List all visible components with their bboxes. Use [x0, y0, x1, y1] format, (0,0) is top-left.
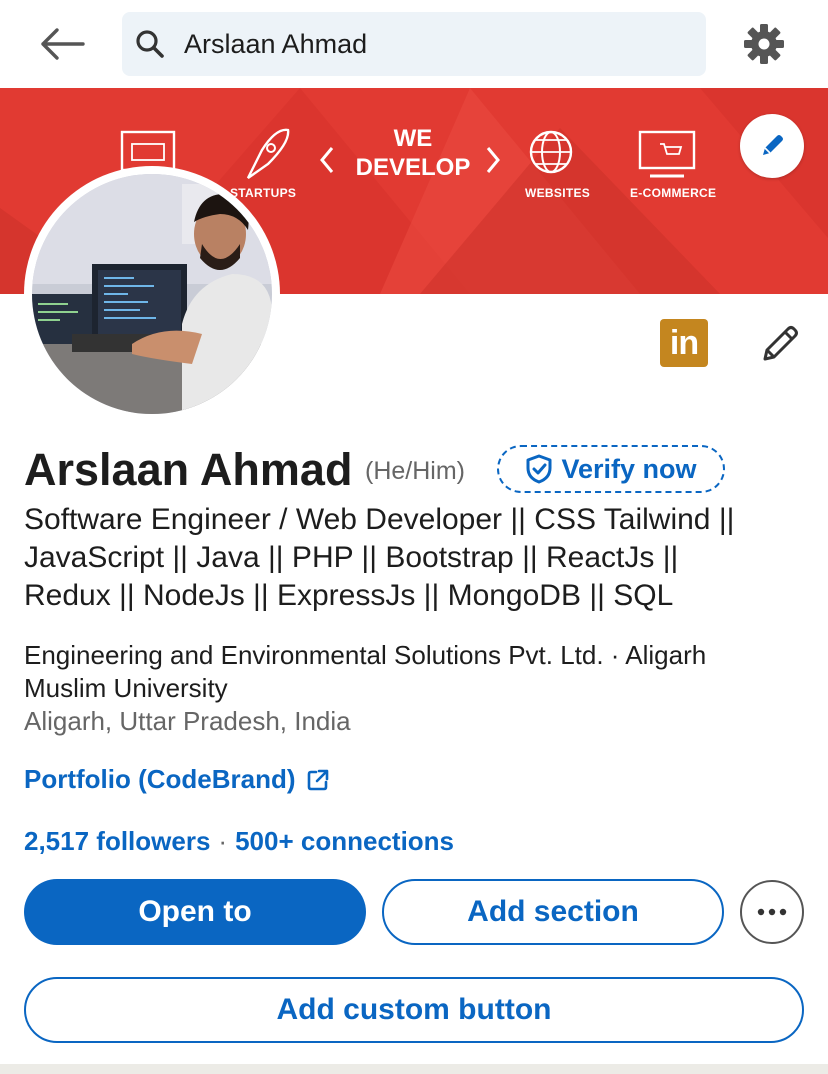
verify-now-button[interactable]: Verify now — [497, 445, 725, 493]
external-link-icon — [306, 768, 330, 792]
linkedin-logo-icon[interactable]: in — [660, 319, 708, 367]
back-arrow-icon[interactable] — [32, 20, 92, 68]
headline-line: JavaScript || Java || PHP || Bootstrap |… — [24, 541, 679, 574]
network-stats: 2,517 followers · 500+ connections — [24, 826, 454, 857]
profile-name: Arslaan Ahmad — [24, 444, 353, 495]
more-options-button[interactable] — [740, 880, 804, 944]
search-query: Arslaan Ahmad — [184, 28, 368, 59]
settings-gear-icon[interactable] — [738, 18, 790, 70]
portfolio-link[interactable]: Portfolio (CodeBrand) — [24, 764, 330, 795]
portfolio-link-label: Portfolio (CodeBrand) — [24, 764, 296, 794]
banner-label-ecommerce: E-COMMERCE — [630, 186, 717, 200]
followers-link[interactable]: 2,517 followers — [24, 826, 210, 857]
profile-location: Aligarh, Uttar Pradesh, India — [24, 706, 351, 736]
profile-avatar[interactable] — [24, 166, 280, 422]
banner-label-websites: WEBSITES — [525, 186, 591, 200]
profile-pronouns: (He/Him) — [365, 457, 465, 485]
banner-headline-line1: WE — [393, 125, 433, 152]
open-to-button[interactable]: Open to — [24, 879, 366, 945]
current-position[interactable]: Engineering and Environmental Solutions … — [24, 639, 804, 705]
edit-profile-pencil-icon[interactable] — [754, 318, 806, 370]
section-divider — [0, 1064, 828, 1074]
ellipsis-icon — [757, 908, 787, 916]
search-bar[interactable]: Arslaan Ahmad — [122, 12, 706, 76]
banner-label-startups: STARTUPS — [230, 186, 297, 200]
headline-line: Software Engineer / Web Developer || CSS… — [24, 503, 735, 536]
banner-headline-line2: DEVELOP — [355, 154, 471, 181]
edit-banner-button[interactable] — [740, 114, 804, 178]
stats-separator: · — [218, 826, 228, 856]
avatar-photo — [32, 174, 272, 414]
search-icon — [132, 26, 168, 62]
add-section-button[interactable]: Add section — [382, 879, 724, 945]
pencil-icon — [763, 135, 783, 155]
shield-check-icon — [526, 454, 552, 484]
verify-now-label: Verify now — [561, 453, 697, 484]
banner-headline: WE DEVELOP — [348, 124, 478, 182]
profile-headline: Software Engineer / Web Developer || CSS… — [24, 501, 804, 615]
experience-line: Engineering and Environmental Solutions … — [24, 640, 707, 670]
headline-line: Redux || NodeJs || ExpressJs || MongoDB … — [24, 579, 674, 612]
connections-link[interactable]: 500+ connections — [235, 826, 454, 857]
add-custom-button[interactable]: Add custom button — [24, 977, 804, 1043]
top-bar: Arslaan Ahmad — [0, 0, 828, 88]
experience-line: Muslim University — [24, 673, 228, 703]
